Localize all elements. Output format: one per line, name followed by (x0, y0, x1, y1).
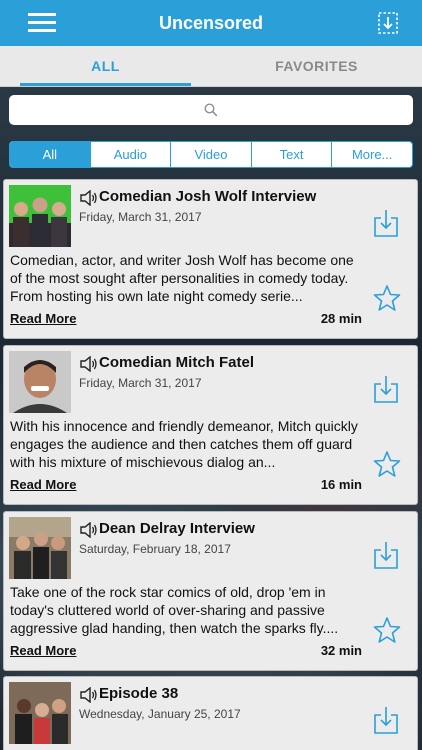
episode-card[interactable]: Episode 38 Wednesday, January 25, 2017 (3, 676, 418, 750)
filter-video[interactable]: Video (170, 142, 251, 167)
filter-text[interactable]: Text (250, 142, 332, 167)
download-icon[interactable] (373, 208, 399, 238)
episode-description: With his innocence and friendly demeanor… (10, 418, 358, 470)
favorite-star-icon[interactable] (373, 616, 401, 644)
read-more-link[interactable]: Read More (10, 477, 76, 492)
favorite-star-icon[interactable] (373, 284, 401, 312)
episode-card[interactable]: Comedian Mitch Fatel Friday, March 31, 2… (3, 345, 418, 505)
speaker-icon (80, 190, 97, 206)
episode-duration: 16 min (320, 477, 362, 492)
read-more-link[interactable]: Read More (10, 311, 76, 326)
app-header: Uncensored (0, 0, 422, 46)
episode-title: Episode 38 (99, 685, 179, 702)
search-input[interactable] (9, 95, 413, 125)
episode-card[interactable]: Comedian Josh Wolf Interview Friday, Mar… (3, 179, 418, 339)
tab-all[interactable]: ALL (0, 46, 211, 86)
episode-duration: 28 min (320, 311, 362, 326)
search-icon (204, 103, 218, 117)
download-icon[interactable] (373, 705, 399, 735)
episode-thumbnail (9, 185, 71, 247)
episode-thumbnail (9, 351, 71, 413)
filter-audio[interactable]: Audio (89, 142, 171, 167)
download-list-icon[interactable] (376, 10, 400, 36)
episode-date: Wednesday, January 25, 2017 (79, 707, 241, 721)
episode-description: Comedian, actor, and writer Josh Wolf ha… (10, 252, 354, 304)
episode-date: Friday, March 31, 2017 (79, 376, 202, 390)
download-icon[interactable] (373, 374, 399, 404)
episode-duration: 32 min (320, 643, 362, 658)
speaker-icon (80, 687, 97, 703)
episode-thumbnail (9, 682, 71, 744)
episode-date: Friday, March 31, 2017 (79, 210, 202, 224)
read-more-link[interactable]: Read More (10, 643, 76, 658)
filter-all[interactable]: All (10, 142, 90, 167)
speaker-icon (80, 356, 97, 372)
episode-title: Dean Delray Interview (99, 520, 255, 537)
filter-more[interactable]: More... (331, 142, 412, 167)
download-icon[interactable] (373, 540, 399, 570)
episode-date: Saturday, February 18, 2017 (79, 542, 231, 556)
filter-segmented-control: All Audio Video Text More... (9, 141, 413, 168)
tab-bar: ALL FAVORITES (0, 46, 422, 87)
page-title: Uncensored (158, 12, 264, 33)
episode-description: Take one of the rock star comics of old,… (10, 584, 339, 636)
episode-card[interactable]: Dean Delray Interview Saturday, February… (3, 511, 418, 671)
hamburger-menu-icon[interactable] (28, 13, 56, 33)
episode-title: Comedian Mitch Fatel (99, 354, 255, 371)
speaker-icon (80, 522, 97, 538)
episode-thumbnail (9, 517, 71, 579)
episode-title: Comedian Josh Wolf Interview (99, 188, 317, 205)
tab-favorites[interactable]: FAVORITES (211, 46, 422, 86)
favorite-star-icon[interactable] (373, 450, 401, 478)
